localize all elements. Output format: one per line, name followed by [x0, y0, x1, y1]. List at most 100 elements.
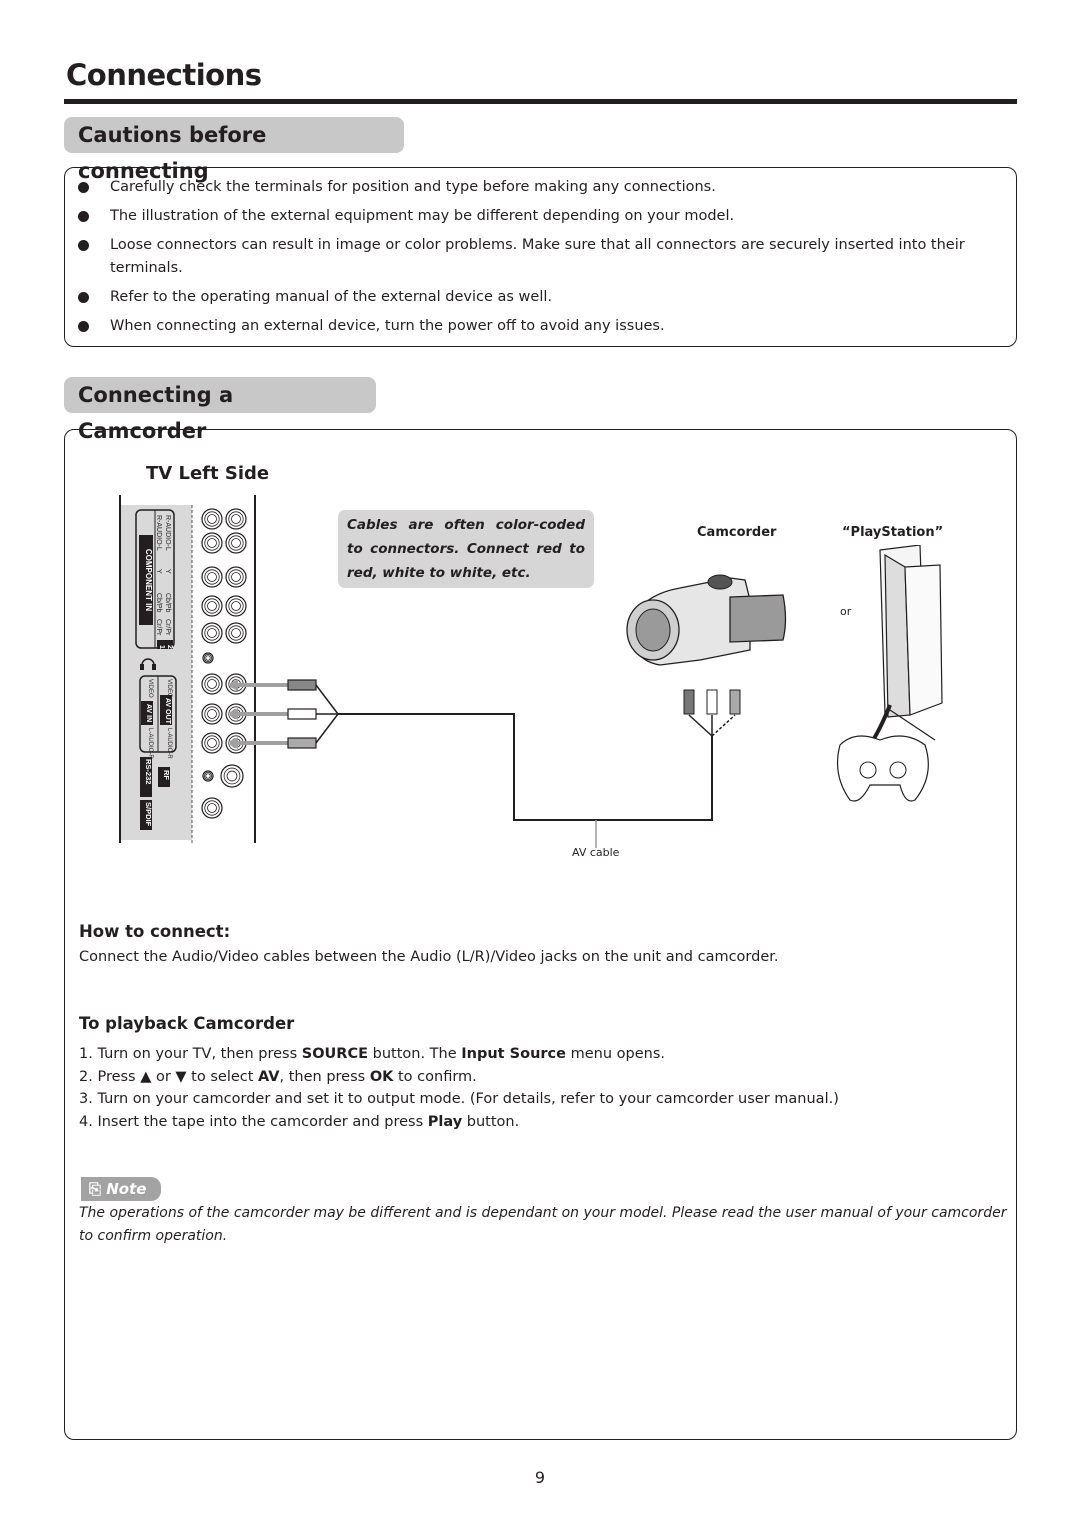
- av-cable-main: [338, 713, 713, 821]
- caution-text: Carefully check the terminals for positi…: [110, 179, 716, 195]
- tv-left-side-title: TV Left Side: [146, 463, 270, 484]
- av-cable-label: AV cable: [572, 846, 620, 859]
- note-label: Note: [106, 1180, 147, 1198]
- component-jack: [204, 598, 220, 614]
- step-number: 3.: [79, 1091, 98, 1107]
- playstation-side: [904, 564, 943, 716]
- wire-cam-1: [688, 714, 713, 737]
- section-heading-camcorder: Connecting a Camcorder: [64, 377, 376, 443]
- cb-label-1: Cb/Pb: [155, 593, 162, 613]
- camcorder-label: Camcorder: [697, 525, 777, 540]
- step-keyword: OK: [369, 1068, 394, 1085]
- step-keyword: SOURCE: [301, 1046, 369, 1062]
- how-to-connect-text: Connect the Audio/Video cables between t…: [79, 949, 779, 965]
- step-text: to confirm.: [393, 1068, 477, 1085]
- cam-plug-2: [706, 689, 718, 715]
- plug-2: [287, 708, 317, 720]
- cam-plug-3: [729, 689, 741, 715]
- step-text: button.: [462, 1113, 520, 1130]
- step-keyword: Play: [427, 1113, 463, 1130]
- component-jack: [207, 628, 217, 638]
- component-jack: [231, 538, 241, 548]
- plug-3: [287, 737, 317, 749]
- page-title: Connections: [66, 58, 262, 92]
- paperclip-icon: ⎘: [89, 1180, 102, 1198]
- component-jack: [204, 535, 220, 551]
- num-1-label: 1: [158, 645, 165, 649]
- note-text: The operations of the camcorder may be d…: [79, 1205, 1007, 1244]
- component-jack: [207, 538, 217, 548]
- component-jack: [204, 511, 220, 527]
- rs232-label: RS-232: [144, 759, 153, 784]
- note-badge: ⎘ Note: [81, 1177, 161, 1201]
- component-jack: [207, 572, 217, 582]
- headphone-icon-left: [140, 664, 144, 670]
- step-number: 1.: [79, 1046, 98, 1062]
- component-jack: [231, 514, 241, 524]
- playback-step: 2. Press ▲ or ▼ to select AV, then press…: [79, 1066, 839, 1089]
- av-in-label: AV IN: [145, 704, 152, 722]
- cr-label-2: Cr/Pr: [164, 619, 171, 636]
- component-jack: [228, 598, 244, 614]
- component-jack: [231, 572, 241, 582]
- spdif-jack: [207, 803, 217, 813]
- y-label-2: Y: [164, 569, 171, 574]
- wire-3: [315, 713, 339, 744]
- panel-label-area: [120, 505, 192, 840]
- section-heading-cautions: Cautions before connecting: [64, 117, 404, 183]
- bullet-icon: [78, 321, 89, 332]
- num-2-label: 2: [166, 645, 173, 649]
- component-jack: [228, 625, 244, 641]
- playback-step: 1. Turn on your TV, then press SOURCE bu…: [79, 1043, 839, 1066]
- caution-item: Refer to the operating manual of the ext…: [78, 286, 1013, 309]
- color-code-callout: Cables are often color-coded to connecto…: [338, 510, 594, 588]
- step-keyword: AV: [258, 1068, 280, 1085]
- bullet-icon: [78, 211, 89, 222]
- rf-label: RF: [162, 770, 171, 780]
- bullet-icon: [78, 292, 89, 303]
- component-jack: [228, 569, 244, 585]
- title-divider: [64, 99, 1017, 104]
- caution-text: When connecting an external device, turn…: [110, 318, 665, 334]
- av-jack: [204, 706, 220, 722]
- how-to-connect-heading: How to connect:: [79, 922, 231, 941]
- component-jack: [207, 514, 217, 524]
- component-in-label: COMPONENT IN: [144, 549, 153, 611]
- playstation-label: “PlayStation”: [842, 525, 944, 540]
- component-jack: [204, 625, 220, 641]
- av-jack: [207, 679, 217, 689]
- step-number: 4.: [79, 1113, 98, 1130]
- arrowhead-3: [230, 737, 238, 749]
- playstation-illustration: [837, 545, 943, 802]
- l-audio-r-out-label: L-AUDIO-R: [166, 728, 172, 759]
- step-text: Turn on your camcorder and set it to out…: [97, 1091, 839, 1107]
- caution-item: When connecting an external device, turn…: [78, 315, 1013, 338]
- caution-text: The illustration of the external equipme…: [110, 208, 735, 224]
- cautions-list: Carefully check the terminals for positi…: [78, 176, 1013, 344]
- wire-cam-3: [711, 714, 736, 737]
- bullet-icon: [78, 182, 89, 193]
- arrowhead-2: [230, 708, 238, 720]
- caution-text: Refer to the operating manual of the ext…: [110, 289, 552, 305]
- headphone-jack: [205, 655, 211, 661]
- r-audio-l-label-2: R-AUDIO-L: [164, 515, 171, 551]
- headphone-icon-right: [152, 664, 156, 670]
- arrowhead-1: [230, 679, 238, 691]
- plug-1: [287, 679, 317, 691]
- r-audio-l-label-1: R-AUDIO-L: [155, 515, 162, 551]
- caution-item: The illustration of the external equipme…: [78, 205, 1013, 228]
- caution-item: Carefully check the terminals for positi…: [78, 176, 1013, 199]
- playback-step: 4. Insert the tape into the camcorder an…: [79, 1111, 839, 1134]
- camcorder-viewfinder: [707, 574, 733, 590]
- cable-diagram: [230, 679, 741, 848]
- l-audio-r-in-label: L-AUDIO-R: [147, 728, 153, 759]
- playback-steps: 1. Turn on your TV, then press SOURCE bu…: [79, 1043, 839, 1133]
- step-text: , then press: [279, 1068, 370, 1085]
- playback-step: 3. Turn on your camcorder and set it to …: [79, 1088, 839, 1111]
- step-keyword: Input Source: [461, 1046, 566, 1062]
- wire-1: [315, 684, 339, 715]
- component-jack: [207, 601, 217, 611]
- av-jack: [204, 676, 220, 692]
- step-text: Press ▲ or ▼ to select: [97, 1068, 259, 1085]
- controller: [837, 735, 929, 802]
